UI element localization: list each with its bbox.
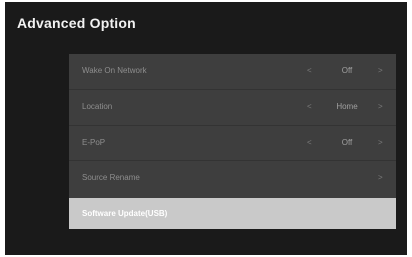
menu-item-label: E-PoP (82, 138, 106, 147)
chevron-left-icon[interactable]: < (307, 102, 312, 111)
chevron-right-icon[interactable]: > (378, 102, 383, 111)
menu-item-e-pop[interactable]: E-PoP < Off > (69, 126, 396, 161)
page-title: Advanced Option (17, 15, 136, 31)
menu-item-label: Source Rename (82, 173, 140, 182)
menu-item-label: Location (82, 102, 113, 111)
menu-item-label: Software Update(USB) (82, 209, 168, 218)
chevron-left-icon[interactable]: < (307, 138, 312, 147)
chevron-right-icon[interactable]: > (378, 66, 383, 75)
chevron-right-icon[interactable]: > (378, 173, 383, 182)
menu-item-label: Wake On Network (82, 66, 147, 75)
menu-item-location[interactable]: Location < Home > (69, 90, 396, 125)
tv-screen: Advanced Option Wake On Network < Off > … (5, 2, 407, 255)
menu-item-value: Off (341, 66, 353, 75)
menu-item-software-update-usb[interactable]: Software Update(USB) (69, 198, 396, 229)
chevron-right-icon[interactable]: > (378, 138, 383, 147)
menu-item-value: Off (341, 138, 353, 147)
menu-item-value: Home (336, 102, 358, 111)
menu-item-wake-on-network[interactable]: Wake On Network < Off > (69, 54, 396, 89)
chevron-left-icon[interactable]: < (307, 66, 312, 75)
menu-item-source-rename[interactable]: Source Rename > (69, 161, 396, 196)
advanced-option-menu: Wake On Network < Off > Location < Home … (69, 54, 396, 229)
